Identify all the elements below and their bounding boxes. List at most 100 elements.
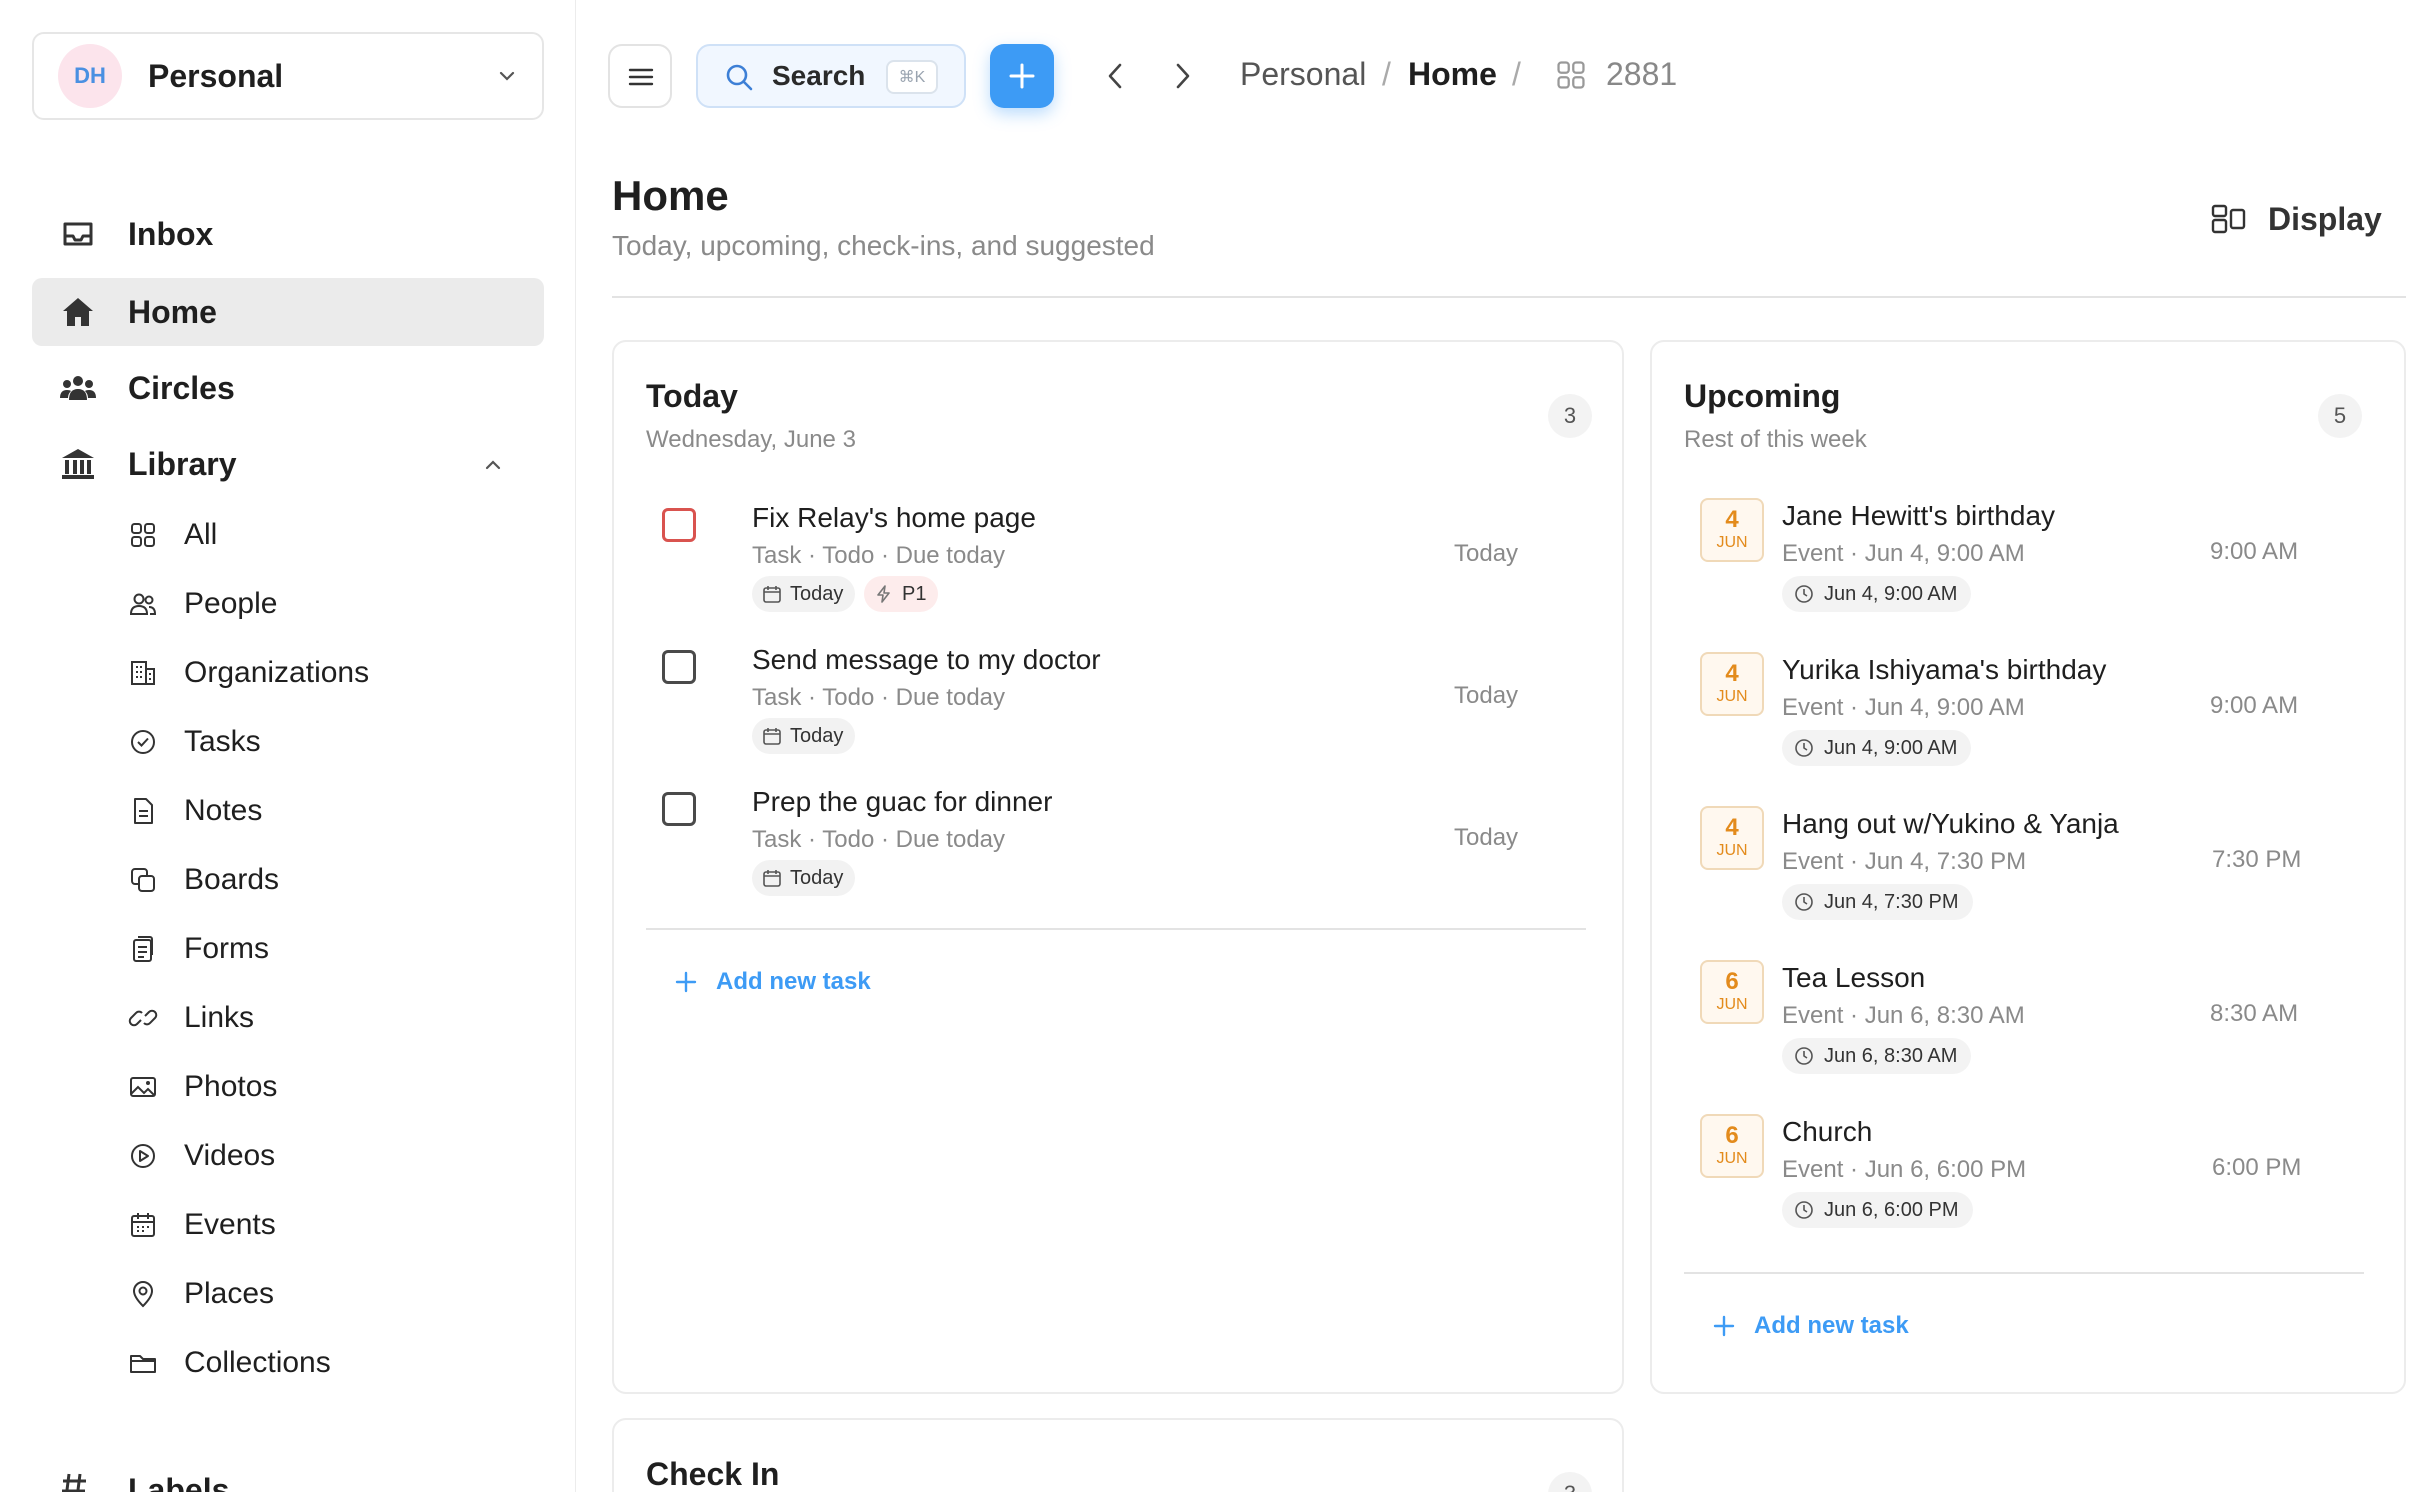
due-chip-label: Today: [790, 866, 844, 889]
date-day: 4: [1725, 506, 1739, 533]
sidebar-item-label: Photos: [184, 1070, 278, 1103]
sidebar-item-tasks[interactable]: Tasks: [120, 714, 540, 770]
task-checkbox[interactable]: [662, 508, 696, 542]
item-count: 2881: [1606, 56, 1678, 92]
date-badge: 6 JUN: [1700, 1114, 1764, 1178]
due-chip[interactable]: Today: [752, 576, 856, 612]
time-chip[interactable]: Jun 4, 7:30 PM: [1782, 884, 1973, 920]
building-icon: [126, 656, 160, 690]
event-meta: Event · Jun 4, 9:00 AM: [1782, 694, 2025, 721]
event-meta: Event · Jun 6, 8:30 AM: [1782, 1002, 2025, 1029]
add-task-button[interactable]: Add new task: [674, 968, 871, 996]
event-row[interactable]: 4 JUN Jane Hewitt's birthday Event · Jun…: [1684, 498, 2364, 648]
task-title[interactable]: Prep the guac for dinner: [752, 786, 1052, 818]
task-row[interactable]: Send message to my doctor Task · Todo · …: [646, 642, 1596, 772]
sidebar-item-videos[interactable]: Videos: [120, 1128, 540, 1184]
today-card: Today Wednesday, June 3 3 Fix Relay's ho…: [612, 340, 1624, 1394]
task-meta: Task · Todo · Due today: [752, 826, 1006, 853]
workspace-switcher[interactable]: DH Personal: [32, 32, 544, 120]
sidebar-item-label: Events: [184, 1208, 276, 1241]
search-button[interactable]: Search ⌘K: [696, 44, 966, 108]
forward-icon[interactable]: [1166, 60, 1198, 92]
event-title[interactable]: Yurika Ishiyama's birthday: [1782, 654, 2106, 686]
event-time: 6:00 PM: [2212, 1154, 2302, 1181]
sidebar-item-notes[interactable]: Notes: [120, 783, 540, 839]
boards-icon: [126, 863, 160, 897]
checkin-title: Check In: [646, 1456, 780, 1492]
breadcrumb-current[interactable]: Home: [1408, 56, 1497, 93]
layout-icon: [2210, 200, 2248, 238]
back-icon[interactable]: [1100, 60, 1132, 92]
task-title[interactable]: Send message to my doctor: [752, 644, 1101, 676]
display-button[interactable]: Display: [2210, 198, 2382, 240]
sidebar-item-all[interactable]: All: [120, 507, 540, 563]
task-row[interactable]: Prep the guac for dinner Task · Todo · D…: [646, 784, 1596, 914]
chevron-up-icon[interactable]: [482, 454, 504, 476]
sidebar: DH Personal Inbox Home Circles Library A…: [0, 0, 576, 1492]
hash-icon: [58, 1470, 90, 1492]
due-chip-label: Today: [790, 582, 844, 605]
event-time: 8:30 AM: [2210, 1000, 2299, 1027]
sidebar-item-collections[interactable]: Collections: [120, 1335, 540, 1391]
event-row[interactable]: 6 JUN Tea Lesson Event · Jun 6, 8:30 AM …: [1684, 960, 2364, 1110]
event-row[interactable]: 4 JUN Hang out w/Yukino & Yanja Event · …: [1684, 806, 2364, 956]
photo-icon: [126, 1070, 160, 1104]
event-row[interactable]: 4 JUN Yurika Ishiyama's birthday Event ·…: [1684, 652, 2364, 802]
sidebar-item-label: Links: [184, 1001, 255, 1034]
time-chip[interactable]: Jun 6, 6:00 PM: [1782, 1192, 1973, 1228]
task-row[interactable]: Fix Relay's home page Task · Todo · Due …: [646, 500, 1596, 630]
event-row[interactable]: 6 JUN Church Event · Jun 6, 6:00 PM 6:00…: [1684, 1114, 2364, 1264]
hamburger-icon: [626, 62, 656, 92]
event-title[interactable]: Jane Hewitt's birthday: [1782, 500, 2055, 532]
folder-icon: [126, 1346, 160, 1380]
sidebar-item-events[interactable]: Events: [120, 1197, 540, 1253]
calendar-icon: [762, 868, 790, 888]
time-chip[interactable]: Jun 6, 8:30 AM: [1782, 1038, 1972, 1074]
breadcrumb-workspace[interactable]: Personal: [1240, 56, 1366, 93]
sidebar-item-label: All: [184, 518, 218, 551]
time-chip-label: Jun 4, 7:30 PM: [1824, 890, 1959, 913]
forms-icon: [126, 932, 160, 966]
search-icon: [724, 62, 754, 92]
add-task-button[interactable]: Add new task: [1712, 1312, 1909, 1340]
create-button[interactable]: [990, 44, 1054, 108]
time-chip[interactable]: Jun 4, 9:00 AM: [1782, 730, 1972, 766]
time-chip[interactable]: Jun 4, 9:00 AM: [1782, 576, 1972, 612]
time-chip-label: Jun 6, 8:30 AM: [1824, 1044, 1958, 1067]
add-task-label: Add new task: [716, 968, 871, 995]
upcoming-card: Upcoming Rest of this week 5 4 JUN Jane …: [1650, 340, 2406, 1394]
sidebar-item-people[interactable]: People: [120, 576, 540, 632]
task-checkbox[interactable]: [662, 792, 696, 826]
due-chip[interactable]: Today: [752, 860, 856, 896]
event-meta: Event · Jun 4, 7:30 PM: [1782, 848, 2027, 875]
task-checkbox[interactable]: [662, 650, 696, 684]
event-meta: Event · Jun 6, 6:00 PM: [1782, 1156, 2027, 1183]
clock-icon: [1794, 1200, 1824, 1220]
sidebar-item-circles[interactable]: Circles: [32, 354, 544, 422]
sidebar-item-links[interactable]: Links: [120, 990, 540, 1046]
task-title[interactable]: Fix Relay's home page: [752, 502, 1036, 534]
sidebar-item-photos[interactable]: Photos: [120, 1059, 540, 1115]
due-chip[interactable]: Today: [752, 718, 856, 754]
breadcrumb-separator: /: [1382, 56, 1391, 92]
menu-button[interactable]: [608, 44, 672, 108]
event-title[interactable]: Church: [1782, 1116, 1872, 1148]
sidebar-item-forms[interactable]: Forms: [120, 921, 540, 977]
sidebar-item-home[interactable]: Home: [32, 278, 544, 346]
sidebar-item-boards[interactable]: Boards: [120, 852, 540, 908]
library-icon: [58, 444, 98, 484]
date-day: 4: [1725, 814, 1739, 841]
sidebar-item-places[interactable]: Places: [120, 1266, 540, 1322]
event-title[interactable]: Hang out w/Yukino & Yanja: [1782, 808, 2119, 840]
clock-icon: [1794, 584, 1824, 604]
sidebar-item-library[interactable]: Library: [32, 430, 544, 498]
grid-icon: [126, 518, 160, 552]
sidebar-labels-heading[interactable]: Labels: [128, 1472, 229, 1492]
priority-chip[interactable]: P1: [864, 576, 939, 612]
sidebar-item-inbox[interactable]: Inbox: [32, 200, 544, 268]
checkin-card: Check In 3: [612, 1418, 1624, 1492]
sidebar-item-label: Organizations: [184, 656, 370, 689]
sidebar-item-organizations[interactable]: Organizations: [120, 645, 540, 701]
event-title[interactable]: Tea Lesson: [1782, 962, 1925, 994]
workspace-name: Personal: [148, 57, 284, 94]
